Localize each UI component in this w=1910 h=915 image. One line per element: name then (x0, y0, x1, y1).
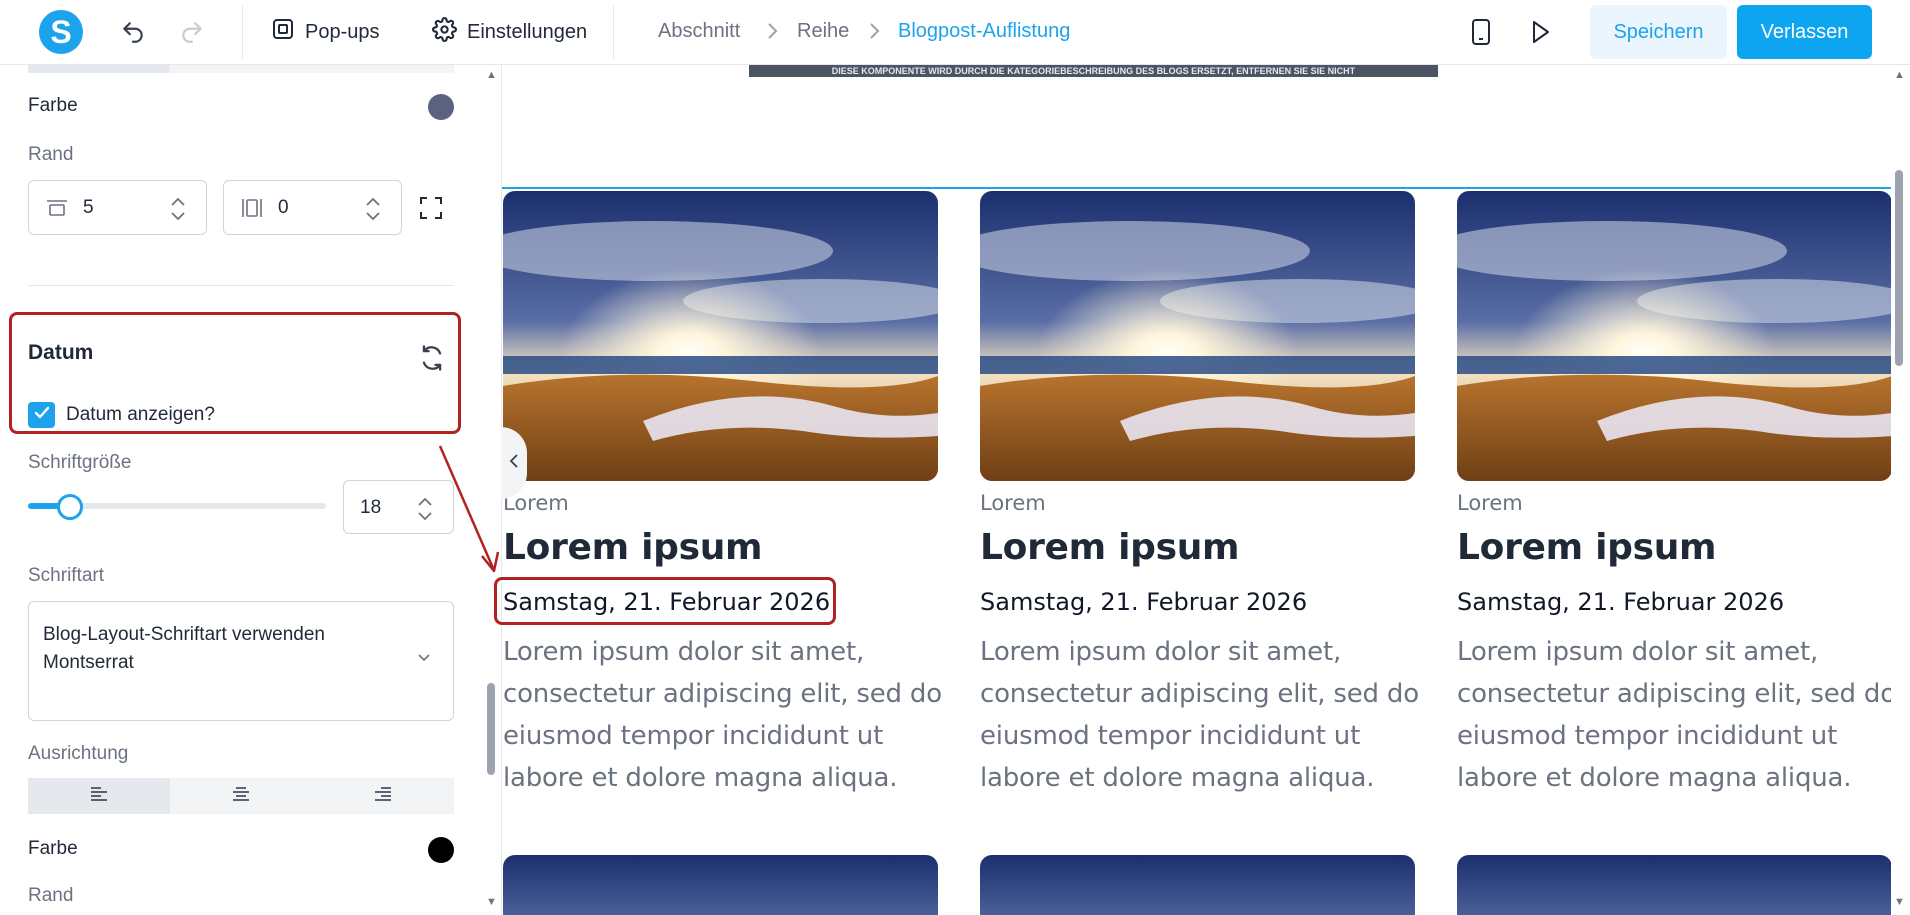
post-image[interactable] (980, 855, 1415, 915)
scroll-up-icon[interactable]: ▲ (1894, 69, 1905, 81)
font-size-slider-handle[interactable] (57, 494, 83, 520)
font-family-line1: Blog-Layout-Schriftart verwenden (43, 624, 325, 645)
chevron-right-icon (765, 21, 779, 47)
border-side-icon (240, 196, 264, 225)
align-center-icon (232, 786, 250, 807)
color-label: Farbe (28, 95, 78, 116)
post-date: Samstag, 21. Februar 2026 (1457, 588, 1785, 616)
post-image (1457, 191, 1891, 481)
post-category: Lorem (1457, 491, 1523, 515)
post-title: Lorem ipsum (980, 527, 1240, 568)
font-family-line2: Montserrat (43, 652, 134, 673)
annotation-highlight-post-date (494, 577, 836, 625)
stepper-icon[interactable] (365, 195, 381, 223)
color2-label: Farbe (28, 838, 78, 859)
popup-icon (271, 17, 295, 47)
alignment-label: Ausrichtung (28, 743, 129, 764)
show-date-checkbox[interactable] (28, 402, 55, 428)
date-section-title: Datum (28, 341, 94, 364)
post-image[interactable] (503, 855, 938, 915)
border-width-icon (45, 196, 69, 225)
color-swatch[interactable] (428, 94, 454, 120)
canvas-scrollbar-thumb[interactable] (1895, 170, 1903, 366)
post-excerpt: Lorem ipsum dolor sit amet, consectetur … (1457, 637, 1891, 793)
blog-post-card[interactable]: Lorem Lorem ipsum Samstag, 21. Februar 2… (1457, 191, 1891, 793)
top-toolbar: S Pop-ups Einstellungen Abschnitt Reihe … (0, 0, 1910, 65)
blog-post-card[interactable]: Lorem Lorem ipsum Samstag, 21. Februar 2… (980, 191, 1419, 793)
breadcrumb-blog-listing[interactable]: Blogpost-Auflistung (898, 20, 1070, 43)
chevron-left-icon (509, 453, 519, 474)
align-center-button[interactable] (170, 778, 312, 814)
border-width-input[interactable]: 5 (28, 180, 207, 235)
alignment-remnant (170, 65, 454, 73)
align-left-icon (90, 786, 108, 807)
scroll-up-icon[interactable]: ▲ (486, 69, 497, 81)
blog-post-card[interactable]: Lorem Lorem ipsum Samstag, 21. Februar 2… (503, 191, 942, 793)
annotation-arrow-icon (438, 445, 500, 573)
alignment-segmented-control (28, 778, 454, 814)
post-title: Lorem ipsum (503, 527, 763, 568)
border-radius-input[interactable]: 0 (223, 180, 402, 235)
post-category: Lorem (980, 491, 1046, 515)
post-excerpt: Lorem ipsum dolor sit amet, consectetur … (980, 637, 1419, 793)
exit-button[interactable]: Verlassen (1737, 5, 1872, 59)
save-button[interactable]: Speichern (1590, 5, 1727, 59)
redo-icon[interactable] (177, 17, 207, 47)
breadcrumb-section[interactable]: Abschnitt (658, 20, 740, 43)
post-image (980, 191, 1415, 481)
editor-canvas: DIESE KOMPONENTE WIRD DURCH DIE KATEGORI… (501, 65, 1891, 915)
align-right-icon (374, 786, 392, 807)
breadcrumb-row[interactable]: Reihe (797, 20, 849, 43)
category-description-notice: DIESE KOMPONENTE WIRD DURCH DIE KATEGORI… (749, 65, 1438, 77)
border-label: Rand (28, 144, 74, 165)
toolbar-divider (242, 6, 243, 59)
border-radius-value: 0 (278, 197, 289, 218)
color2-swatch[interactable] (428, 837, 454, 863)
alignment-remnant (28, 65, 170, 73)
scroll-down-icon[interactable]: ▼ (486, 896, 497, 908)
play-preview-icon[interactable] (1525, 17, 1555, 47)
reset-icon[interactable] (418, 343, 446, 378)
border2-label: Rand (28, 885, 74, 906)
post-image[interactable] (1457, 855, 1891, 915)
mobile-preview-icon[interactable] (1466, 17, 1496, 47)
popups-button[interactable]: Pop-ups (271, 17, 380, 47)
panel-scrollbar-thumb[interactable] (487, 683, 495, 775)
popups-label: Pop-ups (305, 20, 380, 43)
stepper-icon[interactable] (170, 195, 186, 223)
post-title: Lorem ipsum (1457, 527, 1717, 568)
toolbar-divider (613, 6, 614, 59)
font-family-select[interactable]: Blog-Layout-Schriftart verwenden Montser… (28, 601, 454, 721)
undo-icon[interactable] (118, 17, 148, 47)
gear-icon (432, 16, 457, 48)
settings-panel: Farbe Rand 5 0 Datum Datum anzeigen? Sch… (0, 65, 485, 915)
show-date-label: Datum anzeigen? (66, 404, 215, 425)
post-excerpt: Lorem ipsum dolor sit amet, consectetur … (503, 637, 942, 793)
app-logo[interactable]: S (39, 10, 83, 54)
section-divider (28, 285, 454, 286)
post-image (503, 191, 938, 481)
settings-button[interactable]: Einstellungen (432, 16, 588, 48)
border-width-value: 5 (83, 197, 94, 218)
chevron-down-icon (417, 650, 431, 668)
selection-outline (502, 187, 1891, 189)
expand-icon[interactable] (418, 195, 444, 226)
chevron-right-icon (867, 21, 881, 47)
align-right-button[interactable] (312, 778, 454, 814)
scroll-down-icon[interactable]: ▼ (1894, 896, 1905, 908)
check-icon (33, 404, 51, 427)
font-size-label: Schriftgröße (28, 452, 132, 473)
post-date: Samstag, 21. Februar 2026 (980, 588, 1308, 616)
align-left-button[interactable] (28, 778, 170, 814)
settings-label: Einstellungen (467, 20, 588, 43)
font-family-label: Schriftart (28, 565, 105, 586)
font-size-value: 18 (360, 497, 382, 518)
